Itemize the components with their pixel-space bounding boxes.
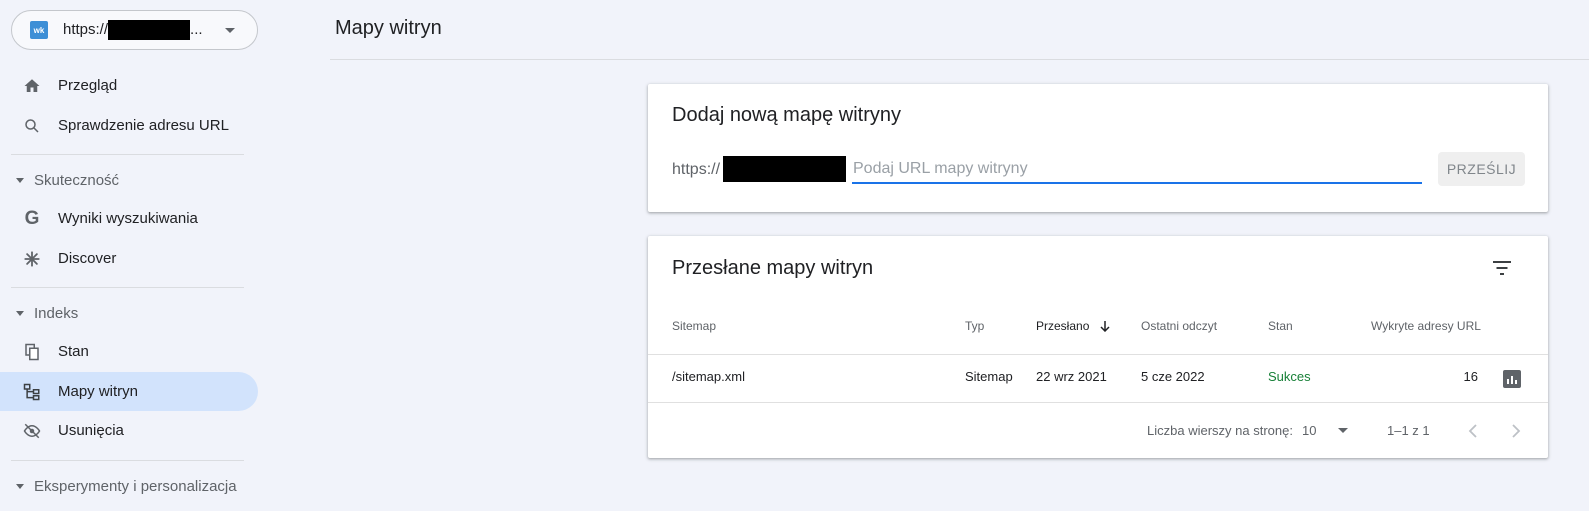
cell-discovered-urls: 16 <box>1463 369 1478 384</box>
section-label: Skuteczność <box>34 171 120 189</box>
column-header-last-read[interactable]: Ostatni odczyt <box>1141 319 1217 333</box>
add-sitemap-card: Dodaj nową mapę witryny https:// PRZEŚLI… <box>648 84 1548 212</box>
rows-per-page-select[interactable]: 10 <box>1302 423 1316 438</box>
nav-divider <box>11 460 244 461</box>
bar-chart-icon[interactable] <box>1503 370 1521 388</box>
sitemap-tree-icon <box>22 382 42 402</box>
nav-label: Przegląd <box>58 77 118 94</box>
section-label: Indeks <box>34 304 79 322</box>
nav-label: Stan <box>58 343 89 360</box>
pagination-range: 1–1 z 1 <box>1387 423 1430 438</box>
column-header-type[interactable]: Typ <box>965 319 984 333</box>
sidebar: wk https://... Przegląd Sprawdzenie adre… <box>0 0 268 511</box>
rows-per-page-caret-icon[interactable] <box>1338 428 1348 433</box>
submitted-sitemaps-title: Przesłane mapy witryn <box>672 257 874 279</box>
dropdown-caret-icon <box>225 28 235 33</box>
nav-label: Mapy witryn <box>58 383 139 400</box>
column-header-discovered-urls[interactable]: Wykryte adresy URL <box>1371 319 1481 333</box>
submitted-sitemaps-card: Przesłane mapy witryn Sitemap Typ Przesł… <box>648 236 1548 458</box>
sitemap-url-input[interactable] <box>852 156 1422 184</box>
search-icon <box>22 116 42 136</box>
nav-label: Usunięcia <box>58 422 124 439</box>
table-header-divider <box>648 354 1548 355</box>
previous-page-icon[interactable] <box>1463 421 1483 441</box>
nav-label: Wyniki wyszukiwania <box>58 210 198 227</box>
cell-last-read: 5 cze 2022 <box>1141 369 1205 384</box>
nav-section-index[interactable]: Indeks <box>0 298 78 328</box>
collapse-caret-icon <box>16 310 24 316</box>
cell-status: Sukces <box>1268 369 1311 384</box>
cell-submitted: 22 wrz 2021 <box>1036 369 1107 384</box>
site-favicon-icon: wk <box>30 21 48 39</box>
cell-sitemap: /sitemap.xml <box>672 369 745 384</box>
asterisk-icon <box>22 249 42 269</box>
nav-item-url-inspection[interactable]: Sprawdzenie adresu URL <box>0 106 258 145</box>
cell-type: Sitemap <box>965 369 1013 384</box>
header-divider <box>330 59 1589 60</box>
nav-section-performance[interactable]: Skuteczność <box>0 165 119 195</box>
eye-off-icon <box>22 421 42 441</box>
nav-item-overview[interactable]: Przegląd <box>0 66 258 105</box>
nav-label: Discover <box>58 250 117 267</box>
rows-per-page-label: Liczba wierszy na stronę: <box>1147 423 1293 438</box>
add-sitemap-title: Dodaj nową mapę witryny <box>672 104 901 126</box>
nav-item-sitemaps[interactable]: Mapy witryn <box>0 372 258 411</box>
column-header-submitted[interactable]: Przesłano <box>1036 319 1111 335</box>
redacted-domain <box>723 156 846 182</box>
column-header-label: Przesłano <box>1036 319 1090 333</box>
next-page-icon[interactable] <box>1506 421 1526 441</box>
submit-button[interactable]: PRZEŚLIJ <box>1438 152 1525 186</box>
column-header-sitemap[interactable]: Sitemap <box>672 319 716 333</box>
property-selector[interactable]: wk https://... <box>11 10 258 50</box>
redacted-domain <box>108 20 191 40</box>
nav-label: Sprawdzenie adresu URL <box>58 117 229 134</box>
nav-item-coverage[interactable]: Stan <box>0 332 258 371</box>
property-url: https://... <box>63 20 203 40</box>
column-header-status[interactable]: Stan <box>1268 319 1293 333</box>
nav-item-removals[interactable]: Usunięcia <box>0 411 258 450</box>
collapse-caret-icon <box>16 177 24 183</box>
sitemap-url-prefix: https:// <box>672 161 721 178</box>
table-row-divider <box>648 402 1548 403</box>
sort-descending-icon <box>1099 320 1111 335</box>
google-g-icon: G <box>24 207 40 229</box>
page-title: Mapy witryn <box>335 17 442 39</box>
nav-divider <box>11 287 244 288</box>
copy-pages-icon <box>22 342 42 362</box>
nav-section-experiments[interactable]: Eksperymenty i personalizacja <box>0 471 237 501</box>
collapse-caret-icon <box>16 483 24 489</box>
nav-divider <box>11 154 244 155</box>
nav-item-discover[interactable]: Discover <box>0 239 258 278</box>
filter-icon[interactable] <box>1490 256 1514 280</box>
home-icon <box>22 76 42 96</box>
section-label: Eksperymenty i personalizacja <box>34 477 237 495</box>
nav-item-search-results[interactable]: G Wyniki wyszukiwania <box>0 199 258 238</box>
